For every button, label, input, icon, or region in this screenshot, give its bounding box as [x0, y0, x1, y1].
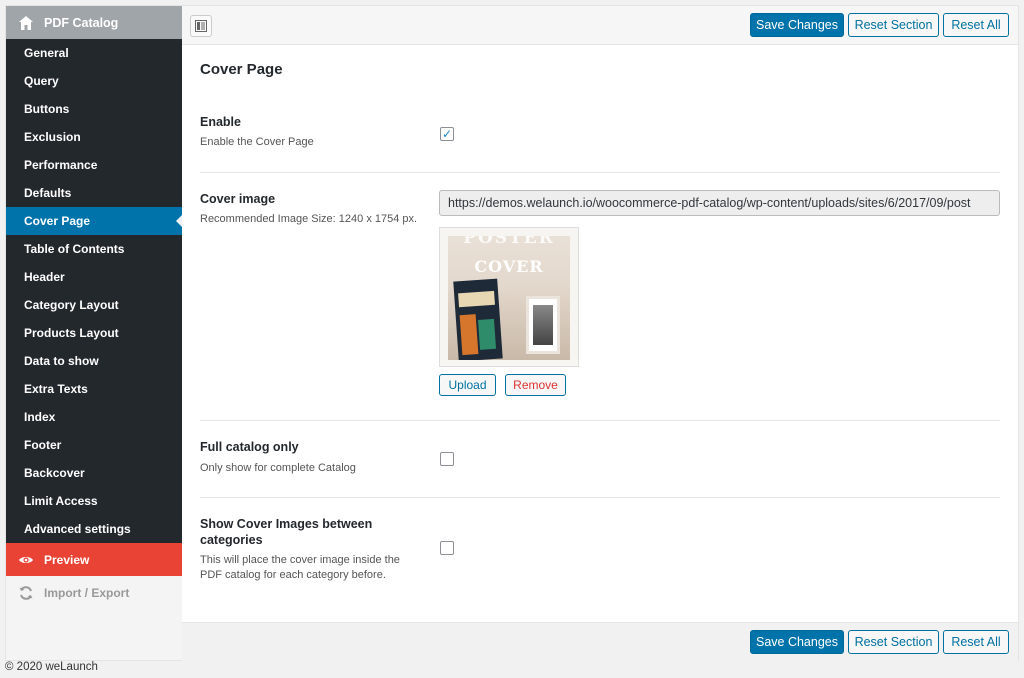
- full-catalog-description: Only show for complete Catalog: [200, 462, 356, 474]
- sidebar-item-index[interactable]: Index: [6, 403, 182, 431]
- full-catalog-label: Full catalog only: [200, 440, 299, 454]
- cover-image-description: Recommended Image Size: 1240 x 1754 px.: [200, 213, 418, 225]
- save-changes-button[interactable]: Save Changes: [750, 630, 844, 654]
- sidebar-item-advanced-settings[interactable]: Advanced settings: [6, 515, 182, 543]
- checkmark-icon: ✓: [442, 127, 453, 141]
- expand-toggle-icon[interactable]: [190, 15, 212, 37]
- enable-description: Enable the Cover Page: [200, 136, 314, 148]
- sidebar-item-performance[interactable]: Performance: [6, 151, 182, 179]
- refresh-icon: [19, 586, 33, 600]
- reset-all-button[interactable]: Reset All: [943, 13, 1009, 37]
- remove-button[interactable]: Remove: [505, 374, 566, 396]
- sidebar-item-label: Cover Page: [24, 214, 91, 228]
- cover-image-url-input[interactable]: https://demos.welaunch.io/woocommerce-pd…: [439, 190, 1000, 216]
- thumbnail-watermark-top: POSTER: [463, 236, 555, 248]
- preview-label: Preview: [44, 553, 90, 567]
- sidebar-item-label: Buttons: [24, 102, 70, 116]
- full-catalog-checkbox[interactable]: [440, 452, 454, 466]
- sidebar-item-label: Defaults: [24, 186, 72, 200]
- top-toolbar: Save Changes Reset Section Reset All: [182, 6, 1018, 45]
- bottom-toolbar: Save Changes Reset Section Reset All: [182, 622, 1018, 661]
- sidebar-item-cover-page[interactable]: Cover Page: [6, 207, 182, 235]
- sidebar-item-preview[interactable]: Preview: [6, 543, 182, 577]
- save-changes-button[interactable]: Save Changes: [750, 13, 844, 37]
- sidebar-item-buttons[interactable]: Buttons: [6, 95, 182, 123]
- sidebar-item-import-export[interactable]: Import / Export: [6, 576, 182, 610]
- sidebar: PDF Catalog General Query Buttons Exclus…: [6, 6, 182, 660]
- import-export-section: Import / Export: [6, 576, 183, 660]
- sidebar-item-label: Footer: [24, 438, 62, 452]
- sidebar-item-label: Performance: [24, 158, 98, 172]
- show-between-description-line1: This will place the cover image inside t…: [200, 554, 400, 566]
- sidebar-item-limit-access[interactable]: Limit Access: [6, 487, 182, 515]
- thumbnail-frame-shape: [526, 296, 560, 354]
- divider: [200, 172, 1000, 173]
- sidebar-item-table-of-contents[interactable]: Table of Contents: [6, 235, 182, 263]
- sidebar-item-label: General: [24, 46, 69, 60]
- show-between-label-line2: categories: [200, 533, 263, 547]
- reset-section-button[interactable]: Reset Section: [848, 13, 939, 37]
- sidebar-item-products-layout[interactable]: Products Layout: [6, 319, 182, 347]
- sidebar-item-label: Category Layout: [24, 298, 119, 312]
- show-between-description-line2: PDF catalog for each category before.: [200, 569, 386, 581]
- import-export-label: Import / Export: [44, 586, 130, 600]
- section-content: Cover Page Enable Enable the Cover Page …: [182, 45, 1018, 622]
- sidebar-item-label: Backcover: [24, 466, 85, 480]
- cover-image-label: Cover image: [200, 192, 276, 206]
- upload-button[interactable]: Upload: [439, 374, 496, 396]
- sidebar-item-data-to-show[interactable]: Data to show: [6, 347, 182, 375]
- sidebar-item-label: Extra Texts: [24, 382, 88, 396]
- sidebar-item-label: Products Layout: [24, 326, 119, 340]
- reset-all-button[interactable]: Reset All: [943, 630, 1009, 654]
- sidebar-item-label: Data to show: [24, 354, 99, 368]
- enable-checkbox[interactable]: ✓: [440, 127, 454, 141]
- sidebar-item-category-layout[interactable]: Category Layout: [6, 291, 182, 319]
- sidebar-header[interactable]: PDF Catalog: [6, 6, 182, 39]
- enable-label: Enable: [200, 115, 241, 129]
- eye-icon: [19, 557, 33, 563]
- sidebar-item-defaults[interactable]: Defaults: [6, 179, 182, 207]
- sidebar-item-label: Advanced settings: [24, 522, 131, 536]
- footer-copyright: © 2020 weLaunch: [5, 661, 98, 673]
- sidebar-item-exclusion[interactable]: Exclusion: [6, 123, 182, 151]
- thumbnail-watermark-main: COVER: [474, 257, 544, 276]
- show-between-checkbox[interactable]: [440, 541, 454, 555]
- home-icon: [19, 15, 33, 30]
- cover-thumbnail-image: POSTER COVER: [448, 236, 570, 360]
- divider: [200, 497, 1000, 498]
- sidebar-item-label: Index: [24, 410, 56, 424]
- sidebar-item-header[interactable]: Header: [6, 263, 182, 291]
- show-between-label-line1: Show Cover Images between: [200, 517, 373, 531]
- thumbnail-book-shape: [453, 278, 503, 360]
- sidebar-title: PDF Catalog: [44, 15, 119, 30]
- page-title: Cover Page: [200, 61, 283, 78]
- sidebar-item-footer[interactable]: Footer: [6, 431, 182, 459]
- sidebar-item-backcover[interactable]: Backcover: [6, 459, 182, 487]
- sidebar-item-extra-texts[interactable]: Extra Texts: [6, 375, 182, 403]
- divider: [200, 420, 1000, 421]
- sidebar-item-label: Table of Contents: [24, 242, 125, 256]
- sidebar-item-label: Query: [24, 74, 59, 88]
- cover-image-preview: POSTER COVER: [439, 227, 579, 367]
- reset-section-button[interactable]: Reset Section: [848, 630, 939, 654]
- sidebar-item-query[interactable]: Query: [6, 67, 182, 95]
- sidebar-item-general[interactable]: General: [6, 39, 182, 67]
- options-panel: PDF Catalog General Query Buttons Exclus…: [5, 5, 1019, 661]
- sidebar-item-label: Exclusion: [24, 130, 81, 144]
- sidebar-item-label: Header: [24, 270, 65, 284]
- sidebar-item-label: Limit Access: [24, 494, 98, 508]
